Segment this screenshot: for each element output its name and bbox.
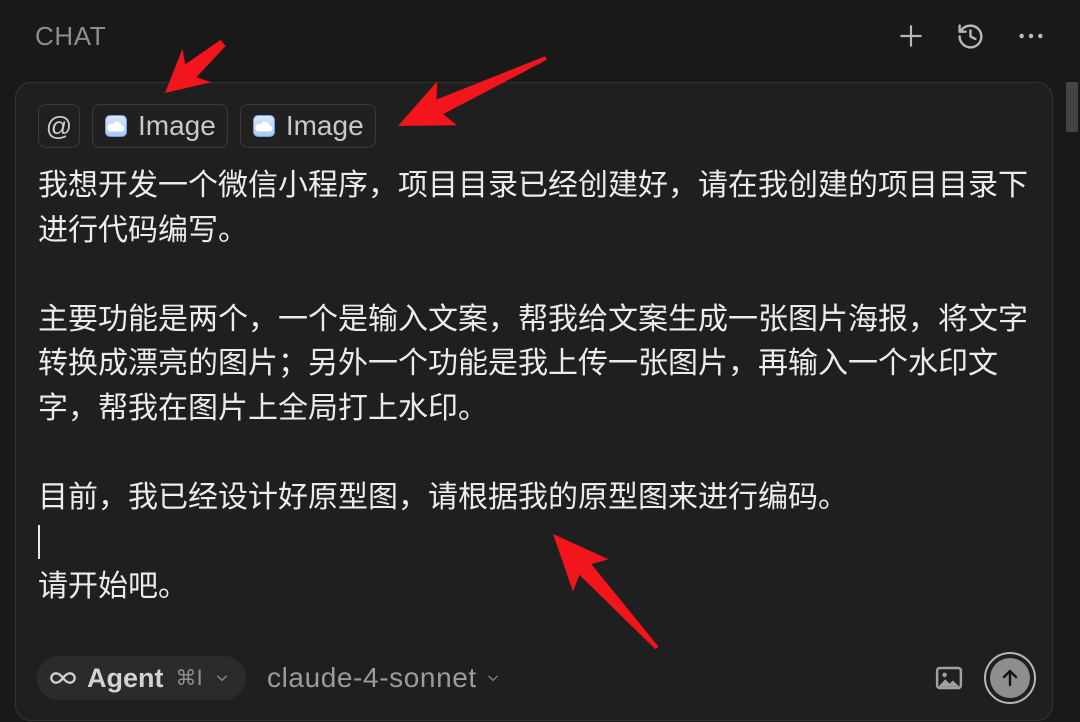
model-label: claude-4-sonnet <box>267 662 477 693</box>
message-line: 目前，我已经设计好原型图，请根据我的原型图来进行编码。 <box>38 476 1048 521</box>
arrow-up-icon <box>1002 669 1018 687</box>
message-line <box>38 521 1048 566</box>
image-icon <box>935 666 963 690</box>
message-line-text: 目前，我已经设计好原型图，请根据我的原型图来进行编码。 <box>38 481 848 515</box>
attach-image-button[interactable] <box>934 663 964 693</box>
message-line: 我想开发一个微信小程序，项目目录已经创建好，请在我创建的项目目录下 <box>38 164 1048 209</box>
message-line-text: 请开始吧。 <box>38 570 188 604</box>
image-thumbnail-icon <box>105 115 127 137</box>
more-icon <box>1019 33 1043 39</box>
message-line: 字，帮我在图片上全局打上水印。 <box>38 387 1048 432</box>
send-button-fill <box>990 658 1030 698</box>
message-input[interactable]: 我想开发一个微信小程序，项目目录已经创建好，请在我创建的项目目录下 进行代码编写… <box>38 164 1048 610</box>
chat-composer: @ Image Image 我想开发一个微信小程序，项目目录已经创建好，请在我创… <box>15 82 1053 721</box>
chevron-down-icon <box>488 675 498 682</box>
message-line-text: 我想开发一个微信小程序，项目目录已经创建好，请在我创建的项目目录下 <box>38 169 1028 202</box>
model-selector[interactable]: claude-4-sonnet <box>267 656 500 700</box>
image-thumbnail-icon <box>252 115 275 137</box>
panel-title: CHAT <box>35 21 107 51</box>
send-button[interactable] <box>984 652 1036 704</box>
at-icon: @ <box>45 110 73 141</box>
context-pill-label: Image <box>138 110 216 141</box>
mode-shortcut: ⌘I <box>175 666 203 690</box>
context-pill-image[interactable]: Image <box>92 104 228 148</box>
add-context-button[interactable]: @ <box>38 104 80 148</box>
chat-history-button[interactable] <box>955 21 985 51</box>
text-caret <box>38 524 40 559</box>
infinity-icon <box>50 672 76 684</box>
new-chat-button[interactable] <box>897 22 925 50</box>
history-icon <box>957 23 983 49</box>
mode-label: Agent <box>87 662 164 693</box>
message-line: 转换成漂亮的图片；另外一个功能是我上传一张图片，再输入一个水印文 <box>38 342 1048 387</box>
context-pills: @ Image Image <box>38 104 376 148</box>
scrollbar-thumb[interactable] <box>1066 82 1078 132</box>
message-line-text: 主要功能是两个，一个是输入文案，帮我给文案生成一张图片海报，将文字 <box>38 302 1028 336</box>
message-line <box>38 253 1048 298</box>
message-line-text: 字，帮我在图片上全局打上水印。 <box>38 391 488 425</box>
context-pill-label: Image <box>285 110 364 141</box>
context-pill-image[interactable]: Image <box>239 104 376 148</box>
plus-icon <box>900 25 922 47</box>
message-line: 请开始吧。 <box>38 565 1048 610</box>
chevron-down-icon <box>216 675 227 682</box>
more-options-button[interactable] <box>1017 22 1045 50</box>
message-line-text: 转换成漂亮的图片；另外一个功能是我上传一张图片，再输入一个水印文 <box>38 347 998 381</box>
message-line <box>38 432 1048 477</box>
message-line: 进行代码编写。 <box>38 209 1048 254</box>
message-line-text: 进行代码编写。 <box>38 213 248 247</box>
agent-mode-selector[interactable]: Agent ⌘I <box>37 656 246 700</box>
chat-panel: CHAT @ Image Image 我想开发一个微信小程序，项目目录已经创建好… <box>0 0 1080 722</box>
message-line: 主要功能是两个，一个是输入文案，帮我给文案生成一张图片海报，将文字 <box>38 298 1048 343</box>
